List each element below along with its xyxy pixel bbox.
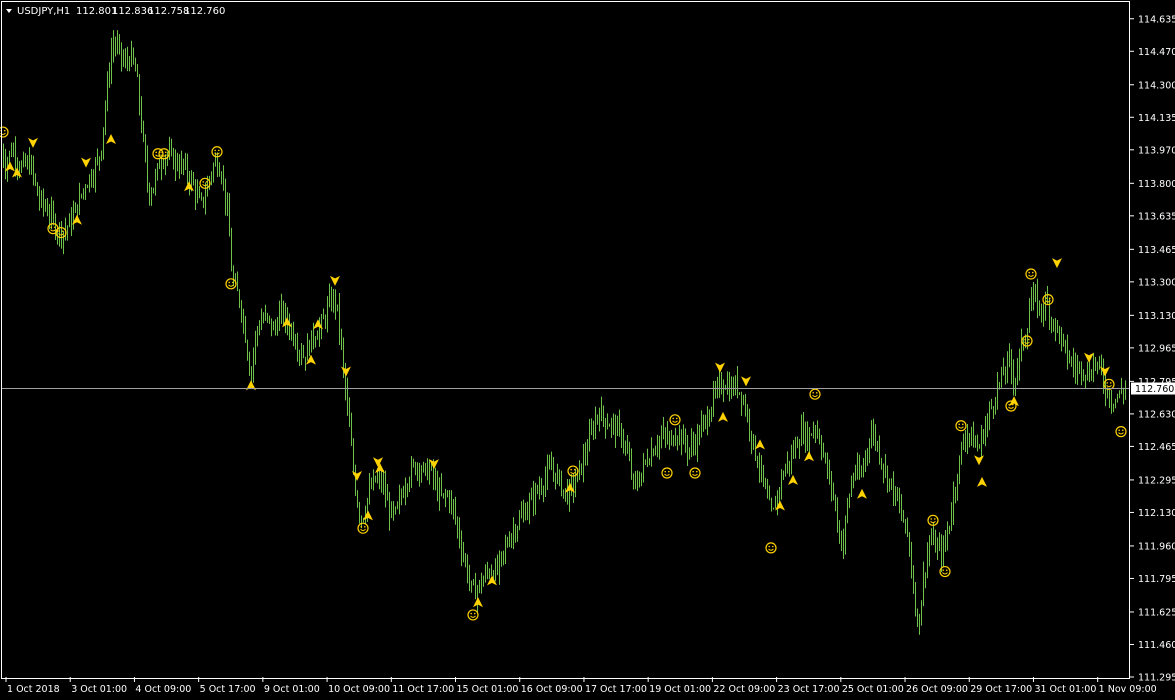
y-tick-label: 112.295 bbox=[1138, 475, 1175, 486]
x-tick-label: 10 Oct 09:00 bbox=[328, 684, 390, 695]
symbol-label: USDJPY,H1 bbox=[17, 6, 70, 17]
current-price-tag: 112.760 bbox=[1131, 382, 1175, 395]
x-tick-label: 1 Nov 09:00 bbox=[1099, 684, 1157, 695]
y-tick-label: 113.465 bbox=[1138, 245, 1175, 256]
y-tick-label: 114.135 bbox=[1138, 113, 1175, 124]
x-tick-label: 3 Oct 01:00 bbox=[71, 684, 127, 695]
x-tick-label: 16 Oct 09:00 bbox=[521, 684, 583, 695]
y-tick-label: 113.300 bbox=[1138, 277, 1175, 288]
x-tick-label: 1 Oct 2018 bbox=[7, 684, 60, 695]
x-tick-label: 4 Oct 09:00 bbox=[135, 684, 191, 695]
y-tick-label: 112.965 bbox=[1138, 343, 1175, 354]
y-tick-label: 113.635 bbox=[1138, 211, 1175, 222]
y-tick-label: 111.460 bbox=[1138, 640, 1175, 651]
x-tick-label: 19 Oct 01:00 bbox=[649, 684, 711, 695]
current-price-label: 112.760 bbox=[1135, 384, 1174, 395]
x-tick-label: 9 Oct 01:00 bbox=[264, 684, 320, 695]
y-tick-label: 111.960 bbox=[1138, 541, 1175, 552]
y-tick-label: 111.625 bbox=[1138, 607, 1175, 618]
y-tick-label: 112.465 bbox=[1138, 442, 1175, 453]
x-tick-label: 22 Oct 09:00 bbox=[713, 684, 775, 695]
x-tick-label: 5 Oct 17:00 bbox=[200, 684, 256, 695]
y-tick-label: 113.130 bbox=[1138, 311, 1175, 322]
y-tick-label: 113.800 bbox=[1138, 179, 1175, 190]
y-tick-label: 114.635 bbox=[1138, 14, 1175, 25]
x-tick-label: 31 Oct 01:00 bbox=[1034, 684, 1096, 695]
y-tick-label: 114.470 bbox=[1138, 47, 1175, 58]
y-tick-label: 112.130 bbox=[1138, 508, 1175, 519]
symbol-header[interactable]: USDJPY,H1 112.801 112.836 112.758 112.76… bbox=[6, 6, 225, 17]
x-tick-label: 29 Oct 17:00 bbox=[970, 684, 1032, 695]
y-tick-label: 111.795 bbox=[1138, 574, 1175, 585]
y-tick-label: 111.295 bbox=[1138, 673, 1175, 684]
x-tick-label: 25 Oct 01:00 bbox=[842, 684, 904, 695]
chart-background bbox=[0, 0, 1175, 700]
x-tick-label: 26 Oct 09:00 bbox=[906, 684, 968, 695]
price-chart[interactable]: 114.635 114.470 114.300 114.135 113.970 113.8… bbox=[0, 0, 1175, 700]
x-tick-label: 23 Oct 17:00 bbox=[778, 684, 840, 695]
x-tick-label: 15 Oct 01:00 bbox=[457, 684, 519, 695]
x-tick-label: 11 Oct 17:00 bbox=[392, 684, 454, 695]
y-tick-label: 113.970 bbox=[1138, 145, 1175, 156]
ohlc-close: 112.760 bbox=[184, 6, 225, 17]
x-tick-label: 17 Oct 17:00 bbox=[585, 684, 647, 695]
y-tick-label: 112.630 bbox=[1138, 409, 1175, 420]
y-tick-label: 114.300 bbox=[1138, 80, 1175, 91]
